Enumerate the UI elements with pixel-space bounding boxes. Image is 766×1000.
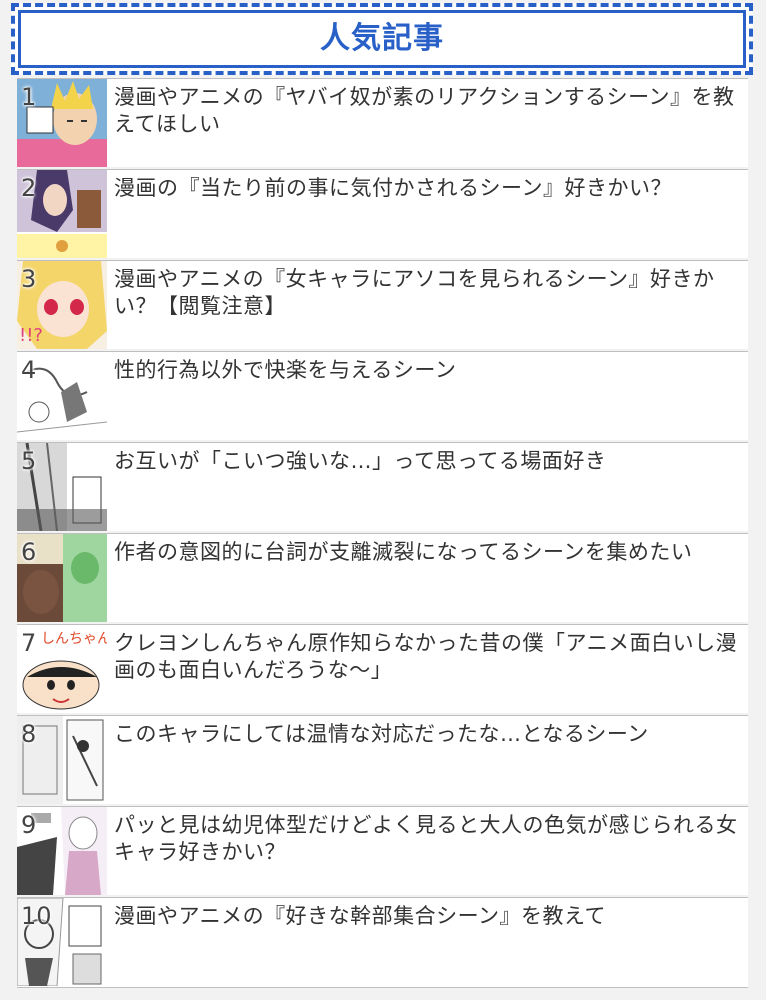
article-title-link[interactable]: 漫画やアニメの『ヤバイ奴が素のリアクションするシーン』を教えてほしい [114, 84, 740, 138]
manga-thumbnail-icon[interactable]: !!? 3 [17, 261, 107, 349]
rank-number: 3 [21, 265, 37, 293]
manga-thumbnail-icon[interactable]: 6 [17, 534, 107, 622]
manga-thumbnail-icon[interactable]: 4 [17, 352, 107, 440]
article-title-link[interactable]: 漫画やアニメの『女キャラにアソコを見られるシーン』好きかい？【閲覧注意】 [114, 266, 740, 320]
manga-thumbnail-icon[interactable]: 9 [17, 807, 107, 895]
article-title-link[interactable]: 作者の意図的に台詞が支離滅裂になってるシーンを集めたい [114, 539, 740, 566]
article-item-3[interactable]: !!? 3 漫画やアニメの『女キャラにアソコを見られるシーン』好きかい？【閲覧注意】 [17, 260, 748, 349]
article-item-4[interactable]: 4 性的行為以外で快楽を与えるシーン [17, 351, 748, 440]
article-title-link[interactable]: パッと見は幼児体型だけどよく見ると大人の色気が感じられる女キャラ好きかい？ [114, 812, 740, 866]
rank-number: 9 [21, 811, 37, 839]
article-title-link[interactable]: 漫画の『当たり前の事に気付かされるシーン』好きかい？ [114, 175, 740, 202]
article-item-6[interactable]: 6 作者の意図的に台詞が支離滅裂になってるシーンを集めたい [17, 533, 748, 622]
manga-thumbnail-icon[interactable]: 2 [17, 170, 107, 258]
article-item-5[interactable]: 5 お互いが「こいつ強いな…」って思ってる場面好き [17, 442, 748, 531]
article-item-1[interactable]: 1 漫画やアニメの『ヤバイ奴が素のリアクションするシーン』を教えてほしい [17, 78, 748, 167]
rank-number: 4 [21, 356, 37, 384]
svg-text:!!?: !!? [19, 325, 43, 346]
manga-thumbnail-icon[interactable]: 8 [17, 716, 107, 804]
article-item-10[interactable]: 10 漫画やアニメの『好きな幹部集合シーン』を教えて [17, 897, 748, 988]
rank-number: 1 [21, 83, 37, 111]
article-title-link[interactable]: 性的行為以外で快楽を与えるシーン [114, 357, 740, 384]
article-item-2[interactable]: 2 漫画の『当たり前の事に気付かされるシーン』好きかい？ [17, 169, 748, 258]
rank-number: 10 [21, 902, 52, 930]
rank-number: 5 [21, 447, 37, 475]
article-title-link[interactable]: クレヨンしんちゃん原作知らなかった昔の僕「アニメ面白いし漫画のも面白いんだろうな… [114, 630, 740, 684]
manga-thumbnail-icon[interactable]: 10 [17, 898, 107, 986]
widget-title: 人気記事 [320, 21, 444, 56]
rank-number: 2 [21, 174, 37, 202]
article-title-link[interactable]: お互いが「こいつ強いな…」って思ってる場面好き [114, 448, 740, 475]
widget-header: 人気記事 [11, 3, 753, 75]
svg-text:しんちゃん: しんちゃん [41, 631, 107, 647]
article-item-7[interactable]: しんちゃん 7 クレヨンしんちゃん原作知らなかった昔の僕「アニメ面白いし漫画のも面白… [17, 624, 748, 713]
manga-thumbnail-icon[interactable]: しんちゃん 7 [17, 625, 107, 713]
manga-thumbnail-icon[interactable]: 5 [17, 443, 107, 531]
article-title-link[interactable]: 漫画やアニメの『好きな幹部集合シーン』を教えて [114, 903, 740, 930]
article-item-8[interactable]: 8 このキャラにしては温情な対応だったな…となるシーン [17, 715, 748, 804]
article-item-9[interactable]: 9 パッと見は幼児体型だけどよく見ると大人の色気が感じられる女キャラ好きかい？ [17, 806, 748, 895]
rank-number: 7 [21, 629, 37, 657]
rank-number: 6 [21, 538, 37, 566]
manga-thumbnail-icon[interactable]: 1 [17, 79, 107, 167]
article-title-link[interactable]: このキャラにしては温情な対応だったな…となるシーン [114, 721, 740, 748]
rank-number: 8 [21, 720, 37, 748]
